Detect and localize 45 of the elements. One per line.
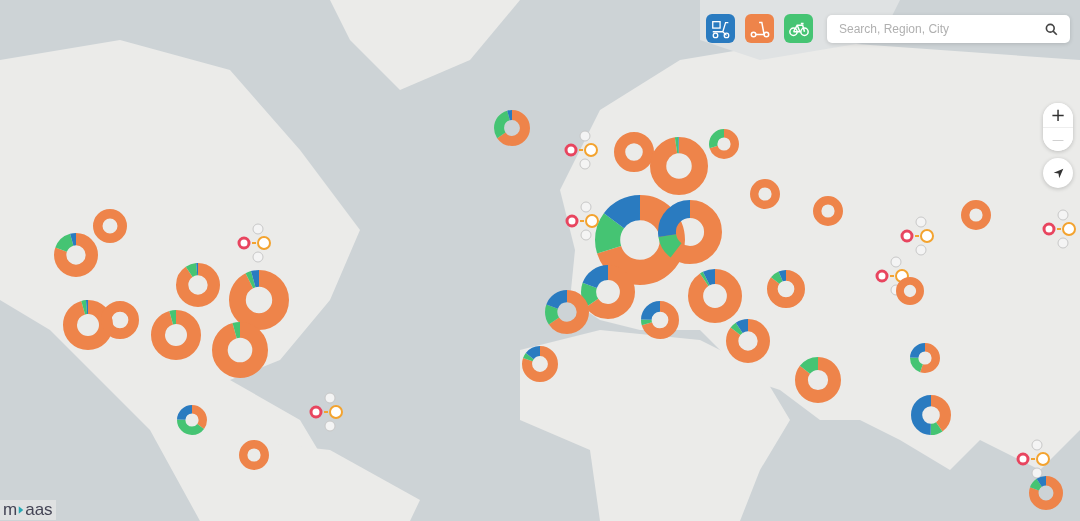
navigation-arrow-icon (1052, 167, 1064, 179)
donut-marker[interactable] (709, 129, 739, 159)
donut-marker[interactable] (961, 200, 991, 230)
donut-marker[interactable] (795, 357, 841, 403)
donut-marker[interactable] (177, 405, 207, 435)
donut-marker[interactable] (212, 322, 268, 378)
mode-button[interactable] (745, 14, 774, 43)
donut-marker[interactable] (896, 277, 924, 305)
donut-marker[interactable] (910, 343, 940, 373)
search-icon[interactable] (1045, 23, 1058, 36)
donut-marker[interactable] (688, 269, 742, 323)
donut-marker[interactable] (494, 110, 530, 146)
donut-marker[interactable] (239, 440, 269, 470)
donut-marker[interactable] (63, 300, 113, 350)
donut-marker[interactable] (813, 196, 843, 226)
donut-marker[interactable] (581, 265, 635, 319)
logo: m aas (0, 500, 56, 520)
donut-marker[interactable] (151, 310, 201, 360)
donut-marker[interactable] (545, 290, 589, 334)
cluster-marker[interactable] (565, 201, 599, 241)
donut-marker[interactable] (176, 263, 220, 307)
donut-marker[interactable] (522, 346, 558, 382)
donut-marker[interactable] (595, 195, 685, 285)
cluster-marker[interactable] (309, 392, 343, 432)
cluster-marker[interactable] (875, 256, 909, 296)
donut-marker[interactable] (54, 233, 98, 277)
mode-button[interactable] (784, 14, 813, 43)
donut-marker[interactable] (658, 200, 722, 264)
donut-marker[interactable] (614, 132, 654, 172)
cluster-marker[interactable] (1042, 209, 1076, 249)
cluster-marker[interactable] (564, 130, 598, 170)
donut-marker[interactable] (726, 319, 770, 363)
search-field[interactable]: Search, Region, City (827, 15, 1070, 43)
donut-marker[interactable] (750, 179, 780, 209)
donut-marker[interactable] (229, 270, 289, 330)
donut-marker[interactable] (911, 395, 951, 435)
donut-marker[interactable] (650, 137, 708, 195)
donut-marker[interactable] (93, 209, 127, 243)
mode-button[interactable] (706, 14, 735, 43)
donut-marker[interactable] (767, 270, 805, 308)
donut-marker[interactable] (1029, 476, 1063, 510)
cluster-marker[interactable] (237, 223, 271, 263)
cluster-marker[interactable] (1016, 439, 1050, 479)
cluster-marker[interactable] (900, 216, 934, 256)
donut-marker[interactable] (641, 301, 679, 339)
